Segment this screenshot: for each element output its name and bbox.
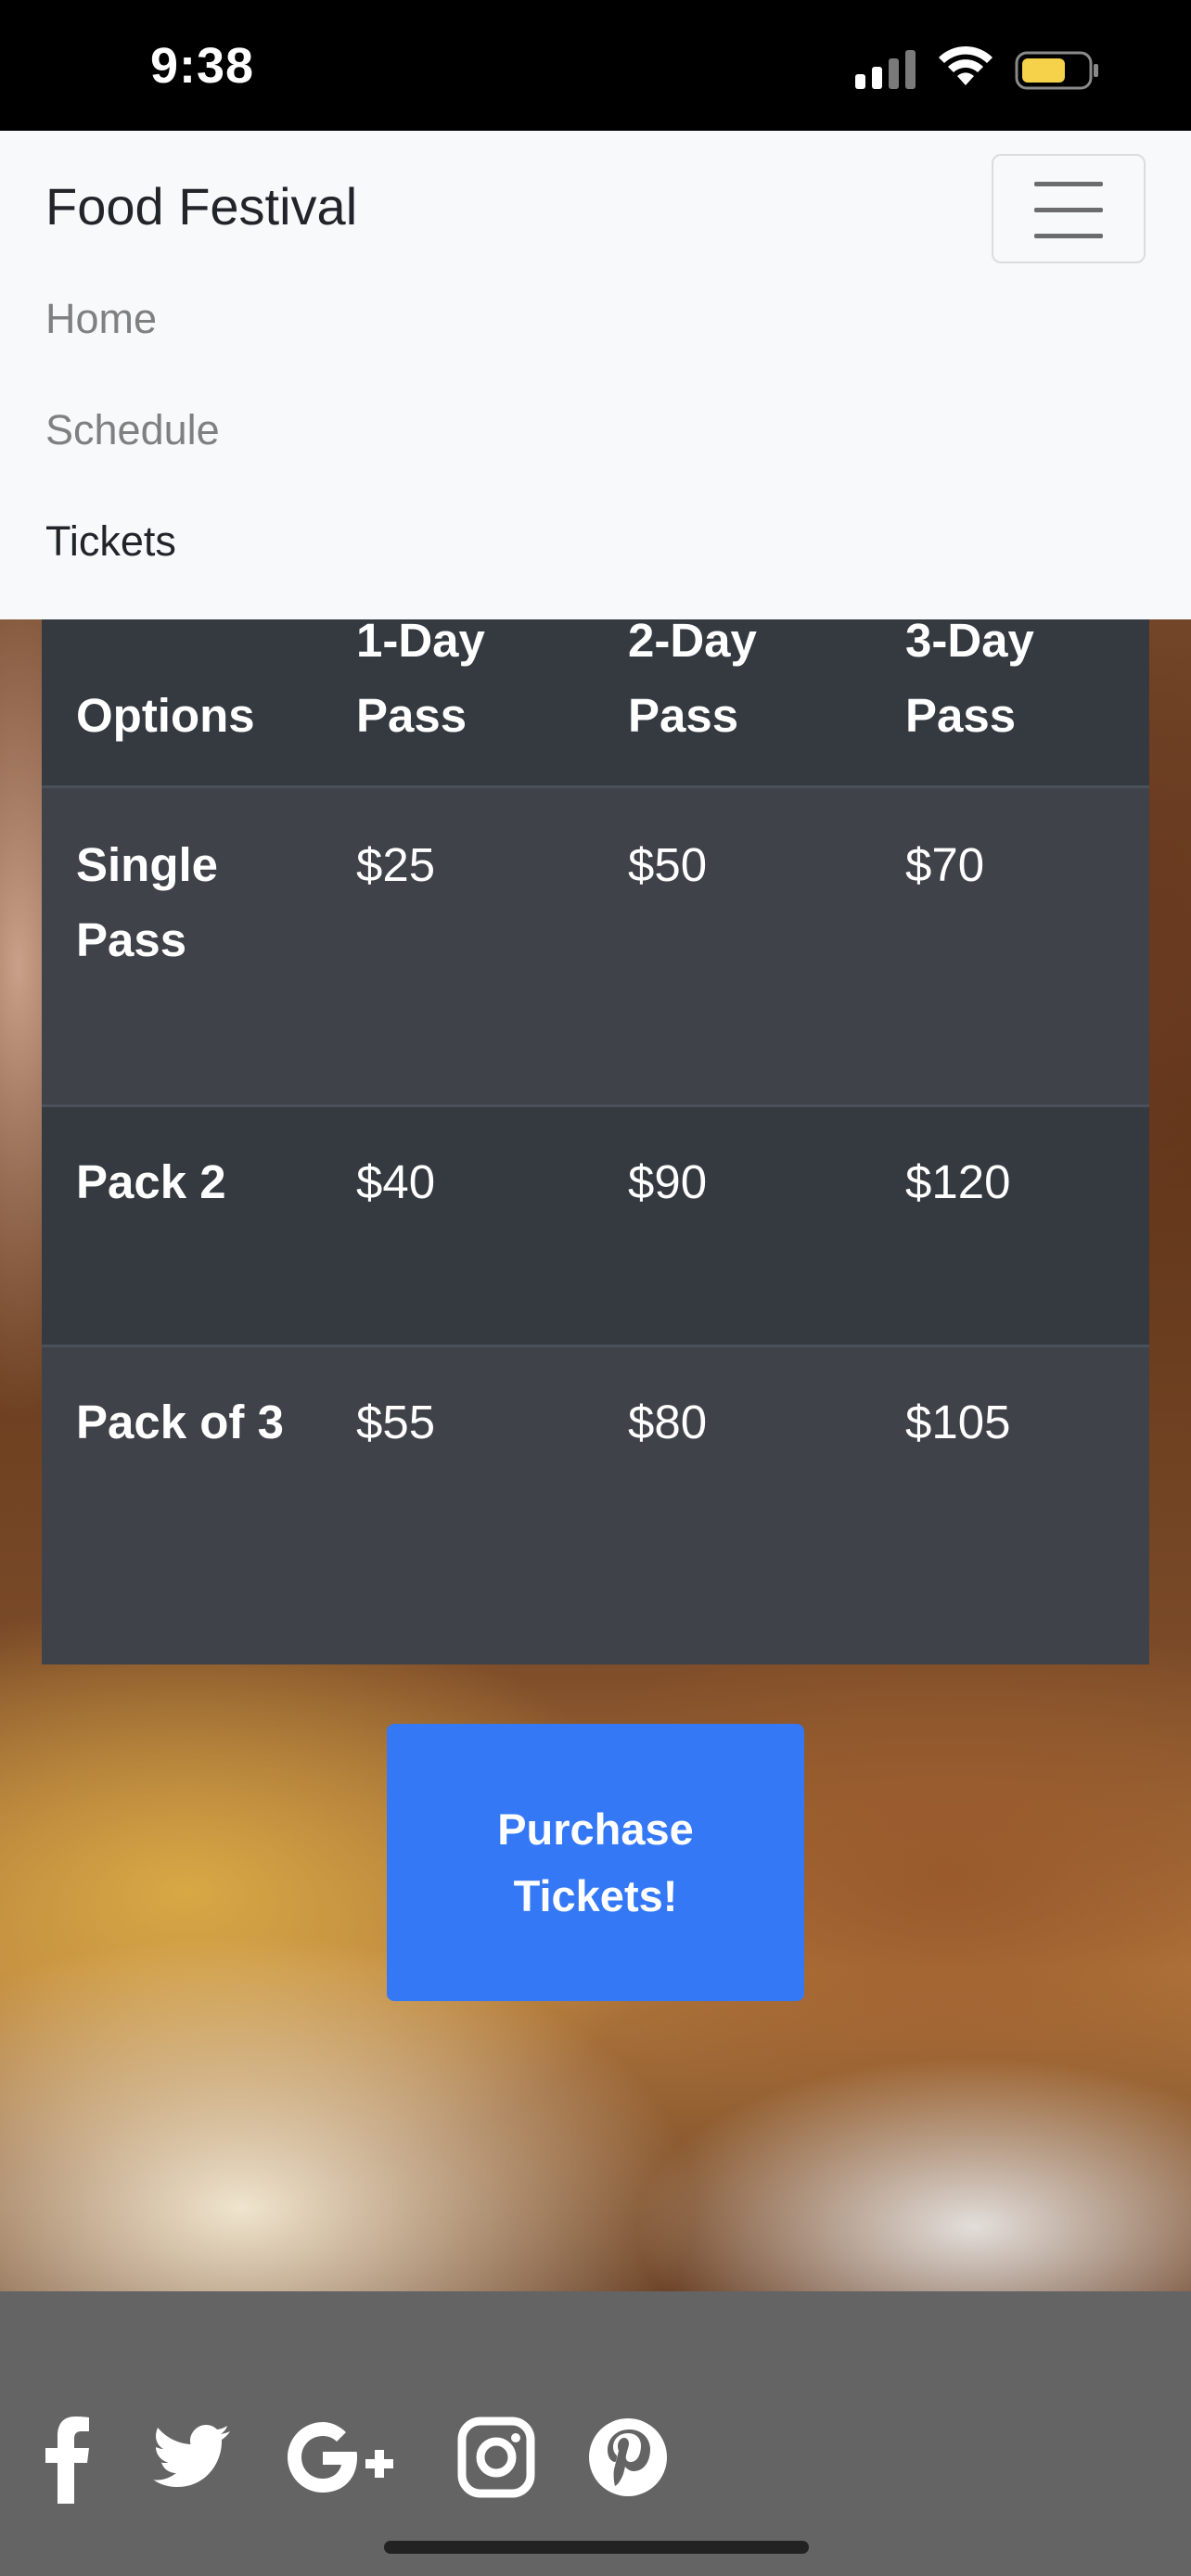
table-row: Pack 2 $40 $90 $120 [42,1104,1149,1345]
row-option-label: Pack 2 [76,1155,226,1208]
home-indicator [384,2541,809,2554]
pricing-table: 1-Day 2-Day 3-Day Options Pass Pass Pass… [42,619,1149,1664]
price-cell: $40 [356,1155,436,1208]
price-cell: $80 [628,1396,708,1448]
nav-link-schedule[interactable]: Schedule [45,406,220,454]
price-cell: $25 [356,838,436,891]
wifi-icon [939,45,992,85]
header-2-day-top: 2-Day [628,619,757,667]
table-row: Single Pass $25 $50 $70 [42,785,1149,1104]
row-option-label: Pack of 3 [76,1396,284,1448]
brand-title[interactable]: Food Festival [45,176,357,236]
pinterest-icon[interactable] [588,2411,668,2504]
row-option-label: Single Pass [76,838,219,966]
price-cell: $70 [905,838,985,891]
price-cell: $50 [628,838,708,891]
purchase-tickets-button[interactable]: Purchase Tickets! [387,1724,804,2001]
header-options: Options [76,689,255,742]
nav-link-home[interactable]: Home [45,295,157,343]
instagram-icon[interactable] [457,2411,535,2504]
header-3-day-top: 3-Day [905,619,1034,667]
header-2-day-pass: Pass [628,689,739,742]
table-row: Pack of 3 $55 $80 $105 [42,1345,1149,1664]
battery-icon [1015,51,1098,90]
price-cell: $105 [905,1396,1011,1448]
menu-toggle-button[interactable] [992,154,1146,263]
facebook-icon[interactable] [45,2411,91,2504]
table-header-row: 1-Day 2-Day 3-Day Options Pass Pass Pass [42,619,1149,785]
google-plus-icon[interactable] [284,2411,404,2504]
twitter-icon[interactable] [148,2411,232,2504]
status-bar: 9:38 [0,0,1191,131]
status-time: 9:38 [150,38,255,94]
header-3-day-pass: Pass [905,689,1017,742]
header-1-day-pass: Pass [356,689,467,742]
nav-link-tickets[interactable]: Tickets [45,517,176,566]
header-1-day-top: 1-Day [356,619,485,667]
price-cell: $90 [628,1155,708,1208]
signal-icon [855,50,916,89]
price-cell: $120 [905,1155,1011,1208]
price-cell: $55 [356,1396,436,1448]
